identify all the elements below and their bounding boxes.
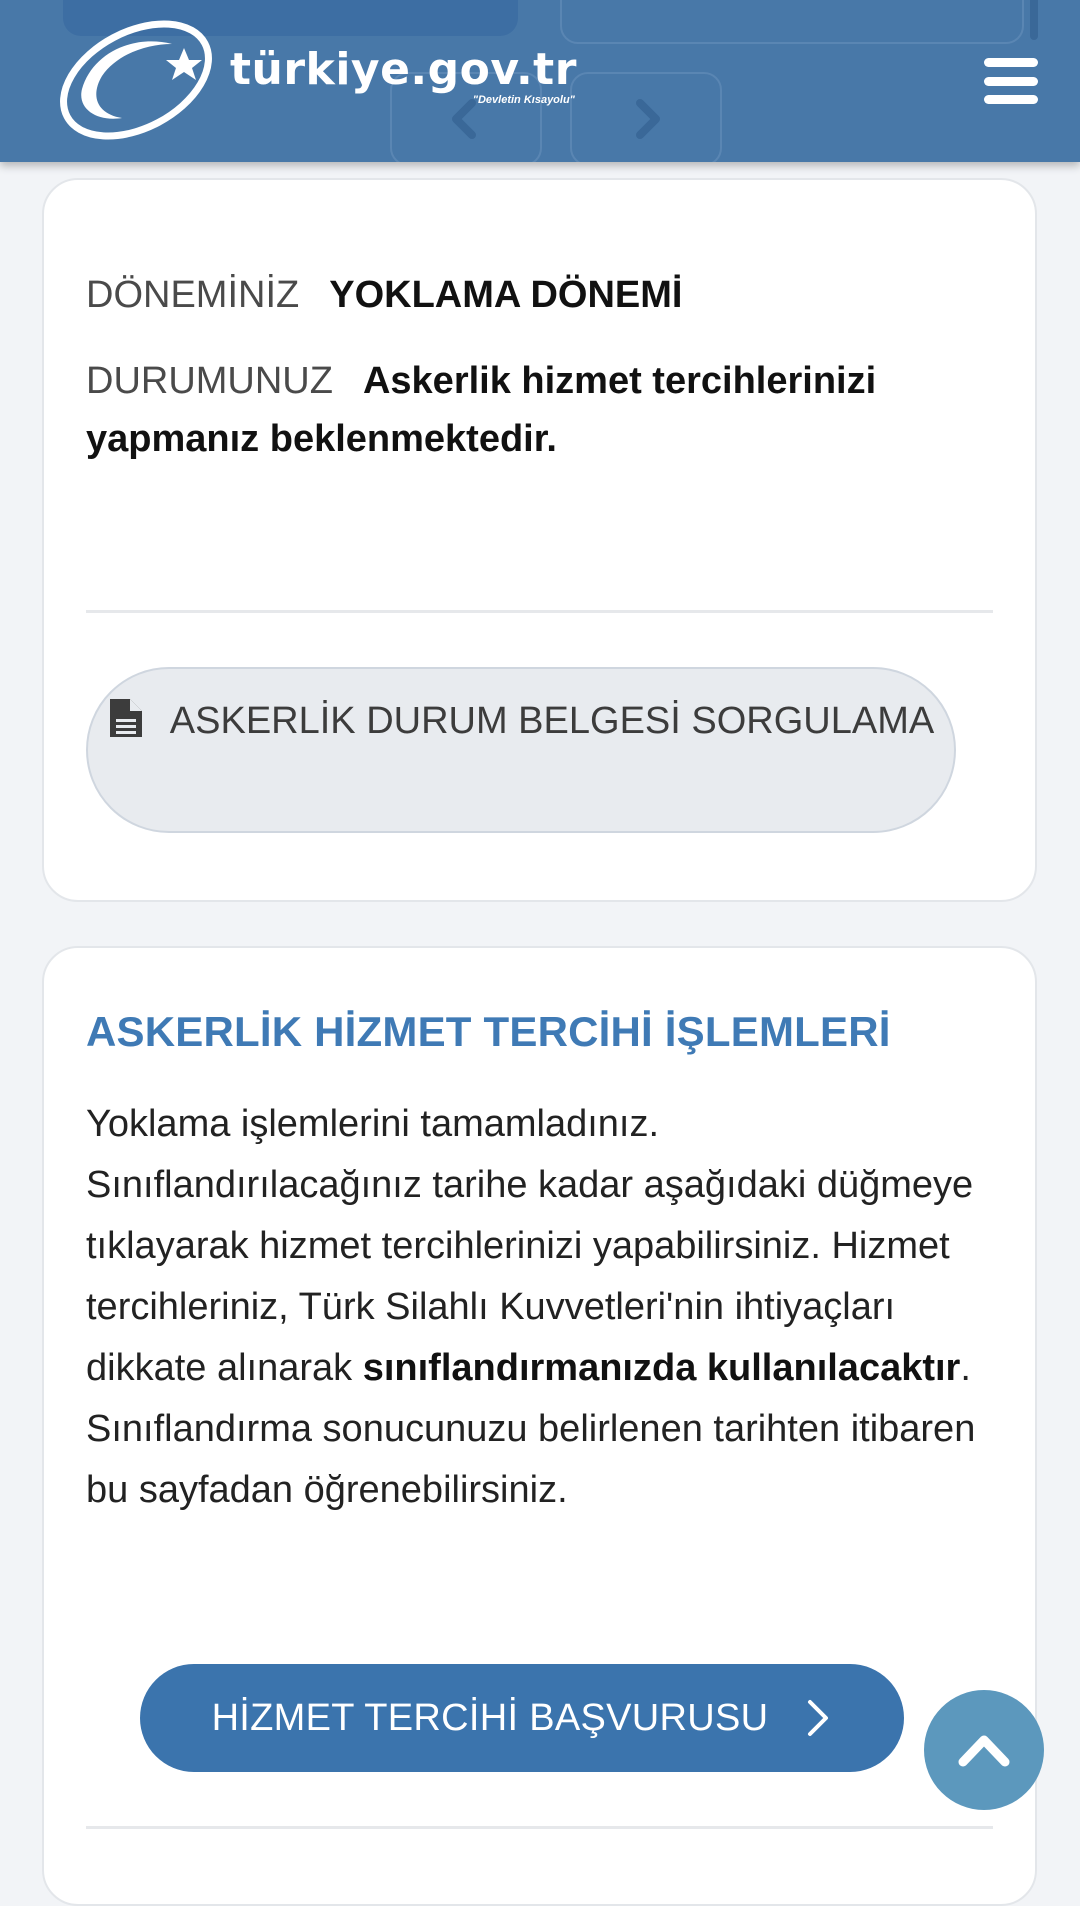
divider xyxy=(86,610,993,613)
site-header: türkiye.gov.tr "Devletin Kısayolu" xyxy=(0,0,1080,162)
status-card: DÖNEMİNİZ YOKLAMA DÖNEMİ DURUMUNUZ Askerli… xyxy=(42,178,1037,902)
logo-slogan: "Devletin Kısayolu" xyxy=(472,94,575,106)
hamburger-menu-icon[interactable] xyxy=(984,58,1038,104)
status-row: DURUMUNUZ Askerlik hizmet tercihlerinizi … xyxy=(86,352,993,468)
section-description: Yoklama işlemlerini tamamladınız. Sınıfl… xyxy=(86,1094,983,1521)
crescent-star-logo-icon xyxy=(60,20,212,140)
service-preference-card: ASKERLİK HİZMET TERCİHİ İŞLEMLERİ Yoklam… xyxy=(42,946,1037,1906)
period-value: YOKLAMA DÖNEMİ xyxy=(329,274,683,316)
chevron-right-icon xyxy=(636,99,660,139)
site-logo[interactable]: türkiye.gov.tr "Devletin Kısayolu" xyxy=(52,14,577,142)
document-button-label: ASKERLİK DURUM BELGESİ SORGULAMA xyxy=(169,700,935,742)
military-status-document-button[interactable]: ASKERLİK DURUM BELGESİ SORGULAMA xyxy=(86,667,956,833)
document-icon xyxy=(109,699,142,737)
period-row: DÖNEMİNİZ YOKLAMA DÖNEMİ xyxy=(86,266,993,324)
section-title: ASKERLİK HİZMET TERCİHİ İŞLEMLERİ xyxy=(86,1008,891,1055)
logo-wordmark: türkiye.gov.tr xyxy=(230,44,577,95)
description-bold-text: sınıflandırmanızda kullanılacaktır xyxy=(362,1347,961,1389)
status-label: DURUMUNUZ xyxy=(86,360,333,402)
carousel-next-button[interactable] xyxy=(570,72,722,162)
chevron-up-icon xyxy=(958,1735,1010,1767)
background-scrollbar xyxy=(1030,0,1038,40)
service-preference-apply-button[interactable]: HİZMET TERCİHİ BAŞVURUSU xyxy=(140,1664,904,1772)
background-card xyxy=(560,0,1024,44)
chevron-right-icon xyxy=(808,1700,829,1736)
scroll-to-top-button[interactable] xyxy=(924,1690,1044,1810)
period-label: DÖNEMİNİZ xyxy=(86,274,300,316)
apply-button-label: HİZMET TERCİHİ BAŞVURUSU xyxy=(211,1696,769,1739)
divider xyxy=(86,1826,993,1829)
